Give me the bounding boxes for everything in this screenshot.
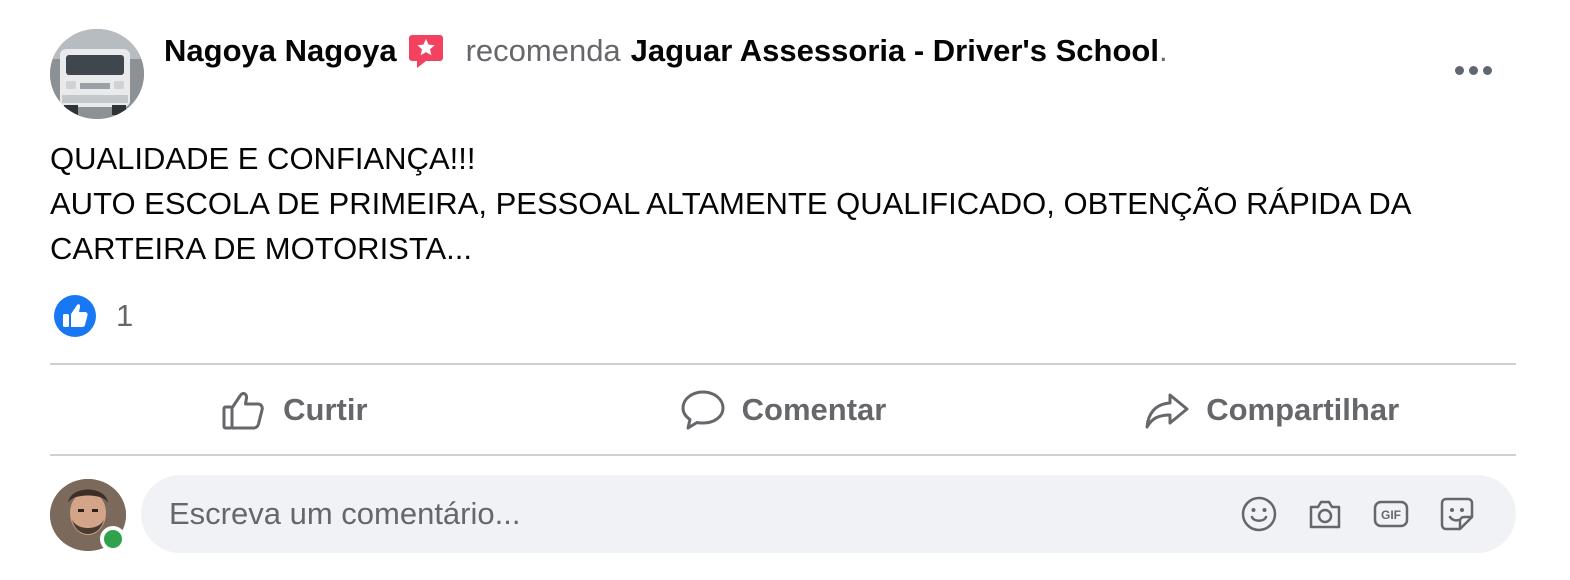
post-text-line: CARTEIRA DE MOTORISTA...	[50, 231, 473, 266]
page-name-link[interactable]: Jaguar Assessoria - Driver's School	[631, 33, 1159, 69]
online-status-dot	[100, 526, 126, 552]
reaction-summary[interactable]: 1	[52, 294, 133, 338]
divider	[50, 454, 1516, 456]
comment-label: Comentar	[741, 392, 887, 427]
share-button[interactable]: Compartilhar	[1027, 370, 1516, 450]
post-text: QUALIDADE E CONFIANÇA!!! AUTO ESCOLA DE …	[50, 136, 1520, 271]
more-options-icon[interactable]	[1448, 50, 1498, 90]
camera-icon[interactable]	[1306, 495, 1344, 533]
van-photo-icon	[50, 29, 144, 119]
recommend-verb: recomenda	[465, 33, 621, 68]
comment-input[interactable]	[169, 484, 1240, 544]
recommend-star-icon	[406, 31, 446, 71]
comment-button[interactable]: Comentar	[539, 370, 1028, 450]
reaction-count: 1	[116, 298, 134, 333]
action-bar: Curtir Comentar Compartilhar	[50, 370, 1516, 450]
recommendation-post: Nagoya Nagoya recomenda Jaguar Assessori…	[0, 0, 1570, 580]
post-text-line: AUTO ESCOLA DE PRIMEIRA, PESSOAL ALTAMEN…	[50, 186, 1412, 221]
svg-text:GIF: GIF	[1381, 508, 1401, 522]
gif-icon[interactable]: GIF	[1372, 495, 1410, 533]
thumbs-up-icon	[222, 392, 264, 430]
divider	[50, 363, 1516, 365]
like-label: Curtir	[283, 392, 368, 427]
emoji-icon[interactable]	[1240, 495, 1278, 533]
author-avatar[interactable]	[50, 29, 144, 119]
composer-icons: GIF	[1240, 495, 1516, 533]
share-label: Compartilhar	[1206, 392, 1400, 427]
comment-composer: GIF	[141, 475, 1516, 553]
like-reaction-icon	[54, 295, 96, 337]
author-name[interactable]: Nagoya Nagoya	[164, 33, 397, 69]
post-text-line: QUALIDADE E CONFIANÇA!!!	[50, 141, 476, 176]
comment-bubble-icon	[681, 390, 725, 430]
like-button[interactable]: Curtir	[50, 370, 539, 450]
sticker-icon[interactable]	[1438, 495, 1476, 533]
post-header: Nagoya Nagoya recomenda Jaguar Assessori…	[164, 30, 1168, 72]
share-arrow-icon	[1145, 393, 1189, 429]
header-period: .	[1158, 33, 1168, 68]
